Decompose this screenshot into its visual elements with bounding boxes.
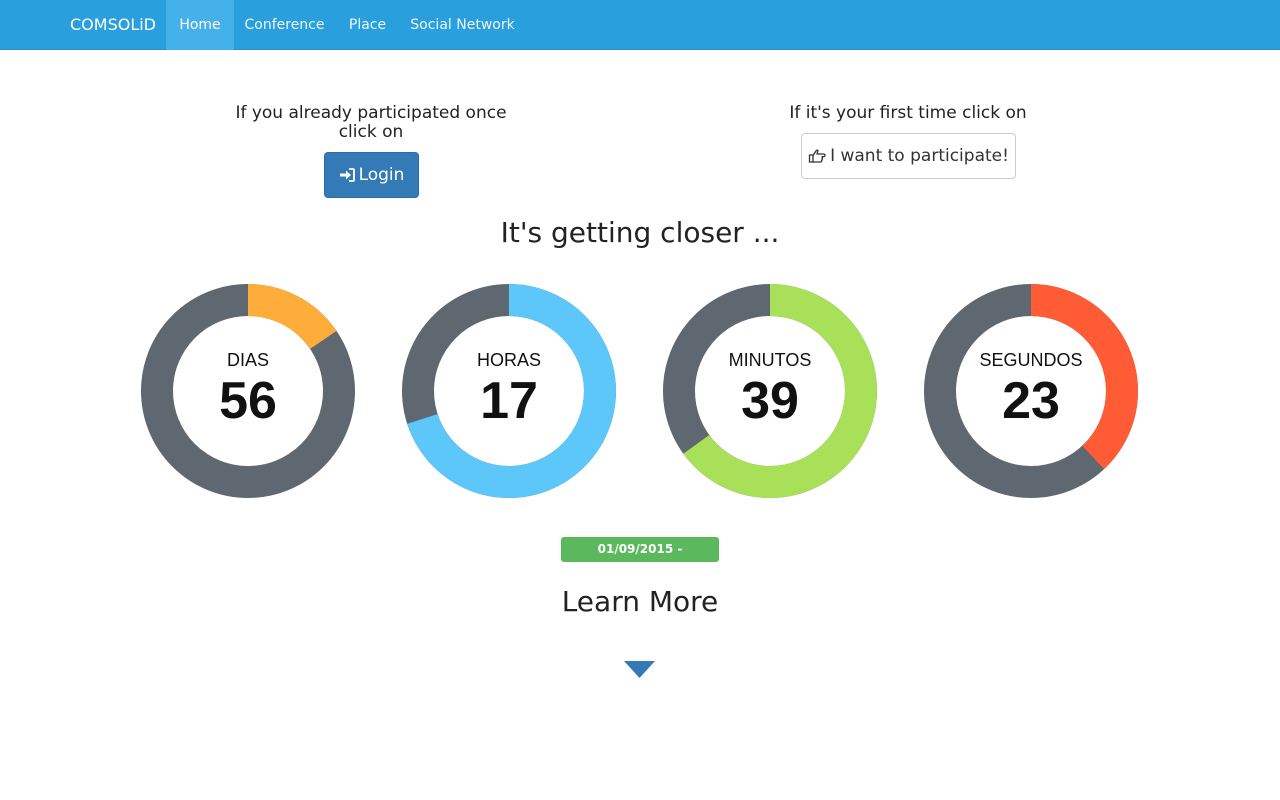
dial-value: 23 [1002,372,1060,430]
nav-item-place[interactable]: Place [335,0,400,50]
countdown-dial-seconds: SEGUNDOS 23 [923,283,1139,499]
caret-down-icon[interactable] [623,660,656,683]
dial-value: 56 [219,372,277,430]
nav-item-home[interactable]: Home [166,0,234,50]
brand-link[interactable]: COMSOLiD [70,0,156,50]
top-navbar: COMSOLiD Home Conference Place Social Ne… [0,0,1280,50]
countdown-headline: It's getting closer ... [500,216,780,249]
participate-button-label: I want to participate! [830,146,1009,166]
nav-item-social-network[interactable]: Social Network [400,0,525,50]
countdown-dial-days: DIAS 56 [140,283,356,499]
dial-label: DIAS [226,350,269,370]
sign-in-icon [339,167,355,183]
login-prompt: If you already participated once click o… [235,103,507,142]
countdown-dial-minutes: MINUTOS 39 [662,283,878,499]
dial-label: MINUTOS [728,350,812,370]
countdown-dial-hours: HORAS 17 [401,283,617,499]
dial-label: SEGUNDOS [979,350,1083,370]
participate-button[interactable]: I want to participate! [801,133,1016,179]
dial-label: HORAS [476,350,541,370]
nav-item-conference[interactable]: Conference [234,0,335,50]
dial-value: 39 [741,372,799,430]
dial-value: 17 [480,372,538,430]
participate-prompt: If it's your first time click on [789,103,1027,123]
learn-more-heading: Learn More [561,585,719,618]
event-date-badge: 01/09/2015 - 04/09/2015 [561,537,719,581]
login-button-label: Login [358,165,405,185]
login-button[interactable]: Login [324,152,419,198]
hand-pointing-icon [808,148,826,164]
